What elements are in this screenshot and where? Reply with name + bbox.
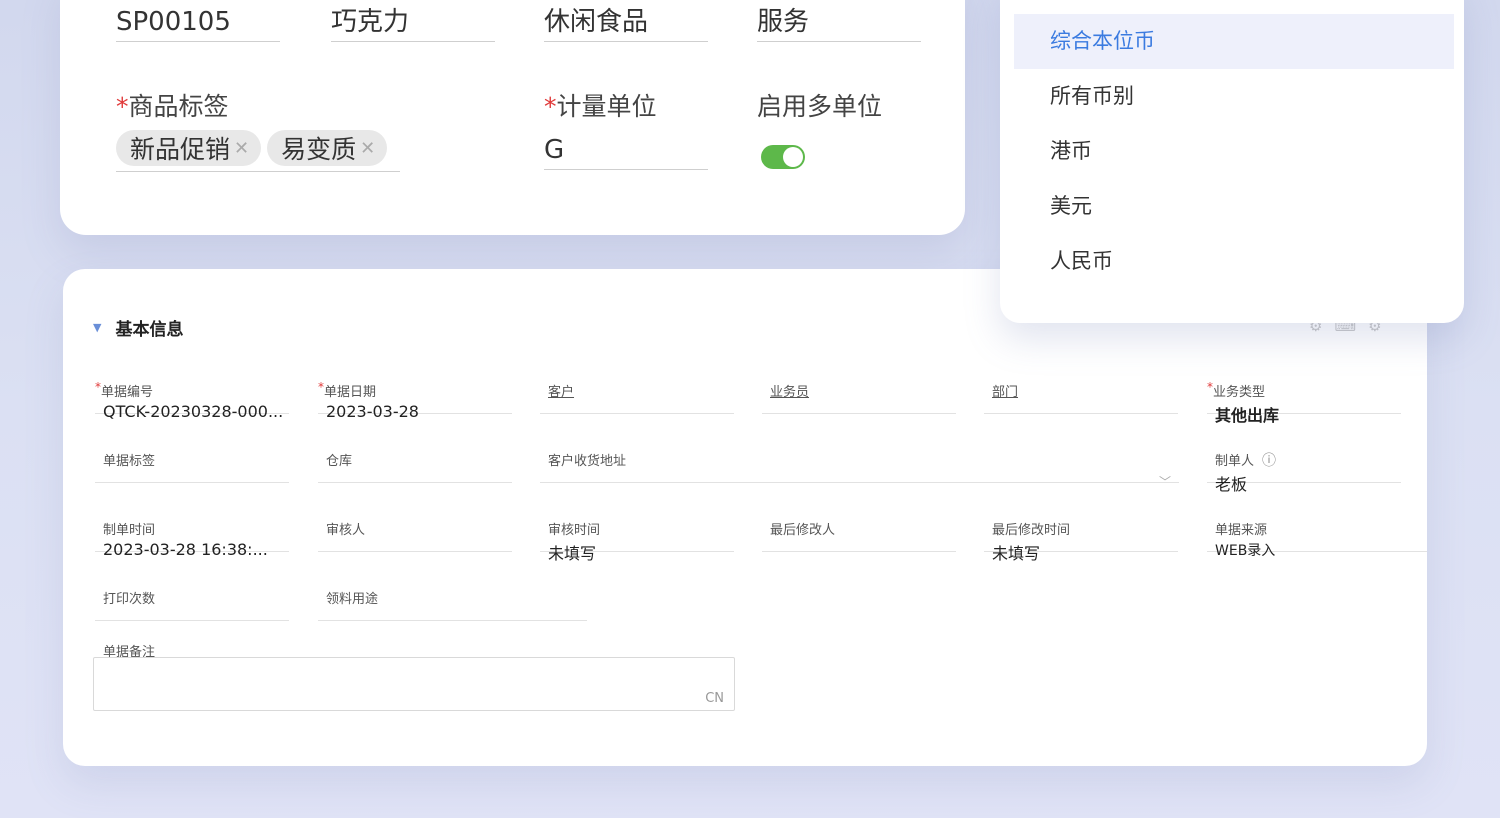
print-count-label: 打印次数 <box>103 592 156 607</box>
unit-label-wrap: *计量单位 <box>544 90 657 124</box>
create-time-value: 2023-03-28 16:38:... <box>103 540 268 559</box>
doc-date-value: 2023-03-28 <box>326 402 419 421</box>
doc-tag-label: 单据标签 <box>103 454 156 469</box>
product-name-value: 巧克力 <box>331 2 495 42</box>
dropdown-option[interactable]: 综合本位币 <box>1014 14 1454 69</box>
cust-addr-field[interactable]: 客户收货地址 ﹀ <box>540 423 1179 489</box>
multi-unit-label-wrap: 启用多单位 <box>757 90 882 124</box>
doc-no-value: QTCK-20230328-000... <box>103 402 284 421</box>
last-modifier-field[interactable]: 最后修改人 <box>762 492 956 552</box>
customer-field[interactable]: 客户 <box>540 354 734 414</box>
required-star: * <box>116 92 129 121</box>
auditor-field[interactable]: 审核人 <box>318 492 512 552</box>
doc-source-label: 单据来源 <box>1215 523 1268 538</box>
unit-value: G <box>544 130 708 170</box>
last-modifier-label: 最后修改人 <box>770 523 836 538</box>
doc-date-label: 单据日期 <box>324 385 377 400</box>
creator-label-wrap: 制单人 ⓘ <box>1215 450 1276 470</box>
dropdown-option[interactable]: 人民币 <box>1014 234 1454 289</box>
last-mod-time-value: 未填写 <box>992 544 1041 563</box>
language-badge[interactable]: CN <box>705 691 724 706</box>
product-type-field[interactable]: 服务 <box>757 2 921 42</box>
warehouse-field[interactable]: 仓库 <box>318 423 512 483</box>
product-card: SP00105 巧克力 休闲食品 服务 *商品标签 新品促销 ✕ 易变质 ✕ *计量… <box>60 0 965 235</box>
doc-source-field[interactable]: 单据来源 WEB录入 <box>1207 492 1427 559</box>
tag-chip-label: 新品促销 <box>130 135 231 164</box>
creator-label: 制单人 <box>1215 454 1255 469</box>
audit-time-label: 审核时间 <box>548 523 601 538</box>
form-card: ▼ 基本信息 ⚙ ⌨ ⚙ * 单据编号 QTCK-20230328-000...… <box>63 269 1427 766</box>
dropdown-option[interactable]: 港币 <box>1014 124 1454 179</box>
doc-date-field[interactable]: * 单据日期 2023-03-28 <box>318 354 512 421</box>
biz-type-label: 业务类型 <box>1213 385 1266 400</box>
collapse-triangle-icon[interactable]: ▼ <box>93 321 101 334</box>
close-icon[interactable]: ✕ <box>360 138 375 159</box>
dropdown-option[interactable]: 美元 <box>1014 179 1454 234</box>
section-title: 基本信息 <box>115 320 184 340</box>
section-header[interactable]: ▼ 基本信息 <box>93 315 183 340</box>
tag-chip-label: 易变质 <box>281 135 357 164</box>
doc-source-value: WEB录入 <box>1215 543 1276 559</box>
unit-label: 计量单位 <box>556 92 657 121</box>
customer-label[interactable]: 客户 <box>548 381 574 400</box>
creator-field[interactable]: 制单人 ⓘ 老板 <box>1207 423 1401 494</box>
product-category-field[interactable]: 休闲食品 <box>544 2 708 42</box>
multi-unit-toggle[interactable] <box>761 145 805 169</box>
multi-unit-label: 启用多单位 <box>757 92 883 121</box>
product-name-field[interactable]: 巧克力 <box>331 2 495 42</box>
product-type-value: 服务 <box>757 2 921 42</box>
doc-no-field[interactable]: * 单据编号 QTCK-20230328-000... <box>95 354 289 421</box>
chevron-down-icon[interactable]: ﹀ <box>1159 473 1171 490</box>
department-field[interactable]: 部门 <box>984 354 1178 414</box>
tag-chip[interactable]: 易变质 ✕ <box>267 130 388 166</box>
biz-type-field[interactable]: * 业务类型 其他出库 <box>1207 354 1401 425</box>
auditor-label: 审核人 <box>326 523 366 538</box>
doc-tag-field[interactable]: 单据标签 <box>95 423 289 483</box>
print-count-field[interactable]: 打印次数 <box>95 561 289 621</box>
unit-field[interactable]: G <box>544 130 708 170</box>
help-icon[interactable]: ⓘ <box>1262 453 1276 469</box>
required-star: * <box>544 92 557 121</box>
cust-addr-label: 客户收货地址 <box>548 454 627 469</box>
usage-field[interactable]: 领料用途 <box>318 561 587 621</box>
tag-chip[interactable]: 新品促销 ✕ <box>116 130 262 166</box>
last-mod-time-label: 最后修改时间 <box>992 523 1071 538</box>
create-time-field[interactable]: 制单时间 2023-03-28 16:38:... <box>95 492 289 559</box>
salesperson-field[interactable]: 业务员 <box>762 354 956 414</box>
dropdown-option[interactable]: 所有币别 <box>1014 69 1454 124</box>
warehouse-label: 仓库 <box>326 454 353 469</box>
salesperson-label[interactable]: 业务员 <box>770 381 809 400</box>
department-label[interactable]: 部门 <box>992 381 1018 400</box>
tags-input[interactable]: 新品促销 ✕ 易变质 ✕ <box>116 130 400 172</box>
product-code-field[interactable]: SP00105 <box>116 2 280 42</box>
last-mod-time-field[interactable]: 最后修改时间 未填写 <box>984 492 1178 563</box>
product-category-value: 休闲食品 <box>544 2 708 42</box>
product-code-value: SP00105 <box>116 2 280 42</box>
audit-time-field[interactable]: 审核时间 未填写 <box>540 492 734 563</box>
usage-label: 领料用途 <box>326 592 379 607</box>
tags-label: 商品标签 <box>128 92 229 121</box>
tags-label-wrap: *商品标签 <box>116 90 229 124</box>
close-icon[interactable]: ✕ <box>234 138 249 159</box>
create-time-label: 制单时间 <box>103 523 156 538</box>
remark-textarea[interactable]: CN <box>93 657 735 711</box>
currency-dropdown: 综合本位币 所有币别 港币 美元 人民币 <box>1000 0 1464 323</box>
toggle-knob <box>783 147 803 167</box>
doc-no-label: 单据编号 <box>101 385 154 400</box>
